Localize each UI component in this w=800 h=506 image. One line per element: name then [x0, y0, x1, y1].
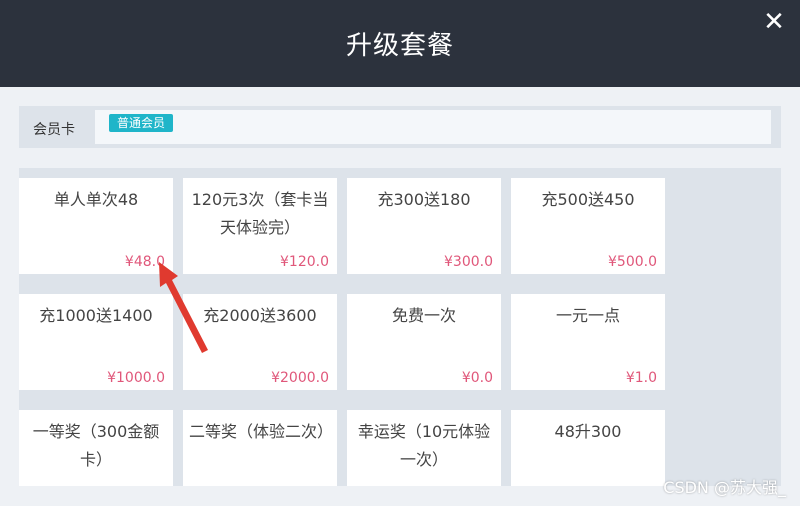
package-card[interactable]: 120元3次（套卡当天体验完） ¥120.0 [183, 178, 337, 274]
member-card-field: 普通会员 [95, 110, 771, 144]
package-price: ¥1.0 [625, 370, 657, 386]
package-price: ¥500.0 [608, 254, 657, 270]
package-name: 一元一点 [555, 306, 620, 325]
package-price: ¥120.0 [280, 254, 329, 270]
package-card[interactable]: 充500送450 ¥500.0 [511, 178, 665, 274]
package-price: ¥2000.0 [271, 370, 329, 386]
package-name: 充2000送3600 [203, 306, 317, 325]
package-card[interactable]: 充2000送3600 ¥2000.0 [183, 294, 337, 390]
package-grid: 单人单次48 ¥48.0 120元3次（套卡当天体验完） ¥120.0 充300… [19, 168, 781, 486]
package-card[interactable]: 二等奖（体验二次） [183, 410, 337, 486]
package-name: 幸运奖（10元体验一次） [357, 422, 491, 469]
member-card-row: 会员卡 普通会员 [19, 106, 781, 148]
package-card[interactable]: 免费一次 ¥0.0 [347, 294, 501, 390]
watermark: CSDN @苏大强_ [663, 478, 786, 497]
close-icon[interactable]: ✕ [760, 8, 788, 36]
package-name: 二等奖（体验二次） [189, 422, 334, 441]
package-name: 充1000送1400 [39, 306, 153, 325]
package-name: 一等奖（300金额卡） [32, 422, 160, 469]
package-card[interactable]: 幸运奖（10元体验一次） [347, 410, 501, 486]
package-name: 单人单次48 [53, 190, 139, 209]
package-name: 充500送450 [541, 190, 635, 209]
package-name: 48升300 [554, 422, 622, 441]
dialog-body: 会员卡 普通会员 单人单次48 ¥48.0 120元3次（套卡当天体验完） ¥1… [0, 87, 800, 506]
package-price: ¥1000.0 [107, 370, 165, 386]
dialog-header: 升级套餐 ✕ [0, 0, 800, 87]
package-card[interactable]: 一元一点 ¥1.0 [511, 294, 665, 390]
package-card[interactable]: 48升300 [511, 410, 665, 486]
package-card[interactable]: 一等奖（300金额卡） [19, 410, 173, 486]
package-card[interactable]: 充300送180 ¥300.0 [347, 178, 501, 274]
member-card-label: 会员卡 [33, 122, 75, 138]
dialog-title: 升级套餐 [345, 31, 454, 61]
package-price: ¥0.0 [461, 370, 493, 386]
package-name: 充300送180 [377, 190, 471, 209]
member-level-tag[interactable]: 普通会员 [109, 114, 174, 132]
package-card[interactable]: 单人单次48 ¥48.0 [19, 178, 173, 274]
package-name: 免费一次 [391, 306, 456, 325]
package-price: ¥300.0 [444, 254, 493, 270]
package-name: 120元3次（套卡当天体验完） [191, 190, 329, 237]
package-card[interactable]: 充1000送1400 ¥1000.0 [19, 294, 173, 390]
package-price: ¥48.0 [124, 254, 165, 270]
